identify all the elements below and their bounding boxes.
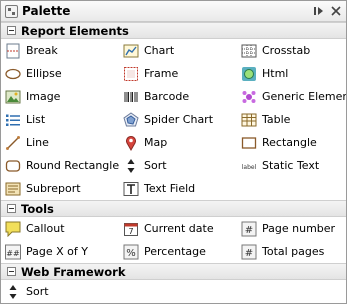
list-icon [5,112,21,128]
palette-item-frame[interactable]: Frame [119,62,237,85]
hash-icon: # [241,221,257,237]
palette-item-page-x-of-y[interactable]: ## Page X of Y [1,240,119,263]
table-icon [241,112,257,128]
palette-item-text-field[interactable]: Text Field [119,177,237,200]
svg-text:label: label [242,164,257,171]
map-icon [123,135,139,151]
round-rectangle-icon [5,158,21,174]
sort-icon [123,158,139,174]
generic-element-icon [241,89,257,105]
static-text-icon: label [241,158,257,174]
collapse-toggle-icon[interactable] [7,204,16,213]
chart-icon [123,43,139,59]
palette-item-barcode[interactable]: Barcode [119,85,237,108]
palette-item-percentage[interactable]: % Percentage [119,240,237,263]
palette-item-generic-element[interactable]: Generic Element [237,85,346,108]
palette-item-break[interactable]: Break [1,39,119,62]
palette-item-crosstab[interactable]: Crosstab [237,39,346,62]
palette-item-rectangle[interactable]: Rectangle [237,131,346,154]
section-report-elements[interactable]: Report Elements [1,22,346,39]
calendar-icon: 7 [123,221,139,237]
sort-icon [5,284,21,300]
page-x-of-y-icon: ## [5,244,21,260]
palette-item-line[interactable]: Line [1,131,119,154]
palette-item-current-date[interactable]: 7 Current date [119,217,237,240]
report-elements-grid: Break Chart Crosstab Ellipse Frame Html … [1,39,346,200]
image-icon [5,89,21,105]
palette-item-map[interactable]: Map [119,131,237,154]
html-icon [241,66,257,82]
palette-item-ellipse[interactable]: Ellipse [1,62,119,85]
callout-icon [5,221,21,237]
frame-icon [123,66,139,82]
hash-icon: # [241,244,257,260]
palette-panel: Palette Report Elements Break Chart Cros… [0,0,347,304]
panel-title: Palette [22,4,71,18]
palette-item-html[interactable]: Html [237,62,346,85]
close-panel-icon[interactable] [329,4,343,18]
palette-item-sort[interactable]: Sort [119,154,237,177]
section-label: Report Elements [21,23,129,38]
svg-text:%: % [126,248,136,259]
palette-titlebar: Palette [1,1,346,22]
minimize-panel-icon[interactable] [312,4,326,18]
section-label: Web Framework [21,264,126,279]
ellipse-icon [5,66,21,82]
barcode-icon [123,89,139,105]
section-tools[interactable]: Tools [1,200,346,217]
palette-item-list[interactable]: List [1,108,119,131]
section-web-framework[interactable]: Web Framework [1,263,346,280]
palette-item-spider-chart[interactable]: Spider Chart [119,108,237,131]
crosstab-icon [241,43,257,59]
palette-item-page-number[interactable]: # Page number [237,217,346,240]
section-label: Tools [21,201,54,216]
palette-item-image[interactable]: Image [1,85,119,108]
svg-text:7: 7 [128,227,133,236]
svg-text:##: ## [6,249,20,258]
svg-text:#: # [245,248,253,259]
collapse-toggle-icon[interactable] [7,26,16,35]
svg-text:#: # [245,225,253,236]
palette-icon [5,4,18,18]
spider-chart-icon [123,111,139,128]
rectangle-icon [241,135,257,151]
web-framework-grid: Sort [1,280,346,303]
palette-item-total-pages[interactable]: # Total pages [237,240,346,263]
line-icon [5,135,21,151]
break-icon [5,43,21,59]
percentage-icon: % [123,244,139,260]
palette-item-chart[interactable]: Chart [119,39,237,62]
palette-item-static-text[interactable]: label Static Text [237,154,346,177]
palette-item-callout[interactable]: Callout [1,217,119,240]
collapse-toggle-icon[interactable] [7,267,16,276]
tools-grid: Callout 7 Current date # Page number ## … [1,217,346,263]
text-field-icon [123,181,139,197]
palette-item-subreport[interactable]: Subreport [1,177,119,200]
palette-item-web-sort[interactable]: Sort [1,280,119,303]
palette-item-table[interactable]: Table [237,108,346,131]
subreport-icon [5,181,21,197]
palette-item-round-rectangle[interactable]: Round Rectangle [1,154,119,177]
